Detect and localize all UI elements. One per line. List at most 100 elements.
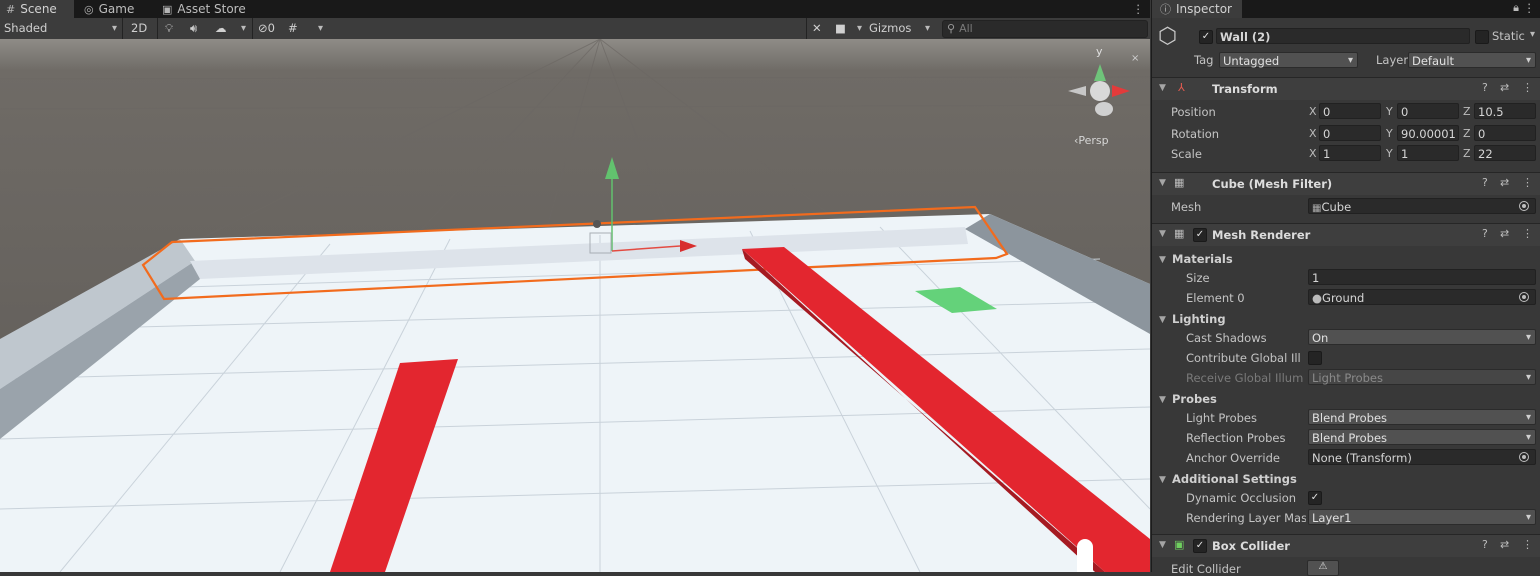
gizmos-label: Gizmos: [869, 21, 912, 35]
position-y: 0: [1401, 105, 1409, 119]
help-icon[interactable]: ?: [1482, 176, 1488, 189]
svg-text:×: ×: [1131, 53, 1139, 64]
object-name-field[interactable]: Wall (2): [1216, 28, 1470, 44]
mesh-renderer-header[interactable]: ▼ ▦ ✓ Mesh Renderer ? ⇄ ⋮: [1152, 223, 1540, 246]
component-menu-icon[interactable]: ⋮: [1522, 538, 1533, 551]
scene-viewport[interactable]: × y ‹Persp: [0, 39, 1150, 572]
materials-foldout[interactable]: Materials: [1172, 252, 1233, 266]
presets-icon[interactable]: ⇄: [1500, 81, 1509, 94]
component-menu-icon[interactable]: ⋮: [1522, 227, 1533, 240]
2d-toggle-button[interactable]: 2D: [131, 20, 151, 37]
scene-search-input[interactable]: ⚲ All: [942, 20, 1148, 38]
inspector-more-icon[interactable]: ⋮: [1524, 1, 1536, 15]
grid-snap-dropdown[interactable]: #: [288, 20, 326, 37]
rotation-x-field[interactable]: 0: [1319, 125, 1381, 141]
anchor-override-label: Anchor Override: [1186, 451, 1280, 465]
axis-y-label: Y: [1386, 147, 1393, 160]
edit-collider-button[interactable]: ⚠: [1307, 560, 1339, 576]
edit-collider-label: Edit Collider: [1171, 562, 1241, 576]
more-options-icon[interactable]: ⋮: [1133, 0, 1145, 18]
divider: [157, 18, 158, 39]
mesh-filter-header[interactable]: ▼ ▦ Cube (Mesh Filter) ? ⇄ ⋮: [1152, 172, 1540, 195]
fold-arrow-icon[interactable]: ▼: [1159, 315, 1166, 325]
scale-z-field[interactable]: 22: [1474, 145, 1536, 161]
object-picker-icon[interactable]: [1519, 452, 1529, 462]
fold-arrow-icon[interactable]: ▼: [1159, 540, 1166, 550]
axis-y-label: Y: [1386, 105, 1393, 118]
transform-header[interactable]: ▼ ⅄ Transform ? ⇄ ⋮: [1152, 77, 1540, 100]
effects-dropdown[interactable]: ☁: [215, 20, 249, 37]
lock-icon[interactable]: 🔒︎: [1513, 1, 1519, 15]
tab-asset-store[interactable]: ▣ Asset Store: [162, 0, 252, 18]
presets-icon[interactable]: ⇄: [1500, 227, 1509, 240]
draw-mode-dropdown[interactable]: Shaded: [4, 20, 120, 37]
lightbulb-icon[interactable]: 💡︎: [165, 20, 173, 37]
mesh-renderer-enabled-checkbox[interactable]: ✓: [1193, 228, 1207, 242]
additional-settings-foldout[interactable]: Additional Settings: [1172, 472, 1297, 486]
tools-icon[interactable]: ✕: [812, 20, 822, 37]
box-collider-enabled-checkbox[interactable]: ✓: [1193, 539, 1207, 553]
fold-arrow-icon[interactable]: ▼: [1159, 178, 1166, 188]
scene-tab-bar: # Scene ◎ Game ▣ Asset Store ⋮: [0, 0, 1150, 18]
reflection-probes-dropdown[interactable]: Blend Probes: [1308, 429, 1536, 446]
fold-arrow-icon[interactable]: ▼: [1159, 255, 1166, 265]
help-icon[interactable]: ?: [1482, 227, 1488, 240]
layer-dropdown[interactable]: Default: [1408, 52, 1536, 69]
scale-y: 1: [1401, 147, 1409, 161]
position-x-field[interactable]: 0: [1319, 103, 1381, 119]
tab-scene[interactable]: # Scene: [0, 0, 74, 18]
help-icon[interactable]: ?: [1482, 538, 1488, 551]
tab-game[interactable]: ◎ Game: [84, 0, 154, 18]
mesh-object-field[interactable]: ▦Cube: [1308, 198, 1536, 214]
tab-scene-label: Scene: [20, 2, 57, 16]
rotation-z: 0: [1478, 127, 1486, 141]
component-menu-icon[interactable]: ⋮: [1522, 176, 1533, 189]
component-menu-icon[interactable]: ⋮: [1522, 81, 1533, 94]
dynamic-occlusion-label: Dynamic Occlusion: [1186, 491, 1297, 505]
persp-label[interactable]: ‹Persp: [1074, 134, 1109, 147]
fold-arrow-icon[interactable]: ▼: [1159, 475, 1166, 485]
lighting-foldout[interactable]: Lighting: [1172, 312, 1226, 326]
presets-icon[interactable]: ⇄: [1500, 176, 1509, 189]
help-icon[interactable]: ?: [1482, 81, 1488, 94]
scale-y-field[interactable]: 1: [1397, 145, 1459, 161]
tab-inspector[interactable]: ⓘ Inspector: [1152, 0, 1242, 18]
scale-x-field[interactable]: 1: [1319, 145, 1381, 161]
object-picker-icon[interactable]: [1519, 201, 1529, 211]
camera-dropdown[interactable]: ■: [835, 20, 865, 37]
active-checkbox[interactable]: ✓: [1199, 30, 1213, 44]
shopping-bag-icon: ▣: [162, 3, 173, 16]
hidden-objects-toggle[interactable]: ⊘0: [258, 20, 275, 37]
fold-arrow-icon[interactable]: ▼: [1159, 229, 1166, 239]
axis-y-label: Y: [1386, 127, 1393, 140]
static-dropdown[interactable]: ▾: [1530, 29, 1535, 40]
speaker-icon[interactable]: 🔊︎: [190, 20, 197, 37]
rendering-layer-dropdown[interactable]: Layer1: [1308, 509, 1536, 526]
object-picker-icon[interactable]: [1519, 292, 1529, 302]
rotation-z-field[interactable]: 0: [1474, 125, 1536, 141]
box-collider-header[interactable]: ▼ ▣ ✓ Box Collider ? ⇄ ⋮: [1152, 534, 1540, 557]
fold-arrow-icon[interactable]: ▼: [1159, 83, 1166, 93]
presets-icon[interactable]: ⇄: [1500, 538, 1509, 551]
probes-foldout[interactable]: Probes: [1172, 392, 1217, 406]
anchor-override-field[interactable]: None (Transform): [1308, 449, 1536, 465]
tag-dropdown[interactable]: Untagged: [1219, 52, 1358, 69]
element0-object-field[interactable]: ●Ground: [1308, 289, 1536, 305]
transform-icon: ⅄: [1178, 81, 1185, 94]
contribute-gi-checkbox[interactable]: [1308, 351, 1322, 365]
light-probes-dropdown[interactable]: Blend Probes: [1308, 409, 1536, 426]
receive-gi-value: Light Probes: [1312, 371, 1383, 385]
inspector-tab-bar: ⓘ Inspector 🔒︎ ⋮: [1152, 0, 1540, 18]
cast-shadows-dropdown[interactable]: On: [1308, 329, 1536, 346]
fold-arrow-icon[interactable]: ▼: [1159, 395, 1166, 405]
position-y-field[interactable]: 0: [1397, 103, 1459, 119]
anchor-override-value: None (Transform): [1312, 451, 1412, 465]
position-z-field[interactable]: 10.5: [1474, 103, 1536, 119]
gizmos-dropdown[interactable]: Gizmos: [869, 20, 933, 37]
receive-gi-dropdown: Light Probes: [1308, 369, 1536, 386]
rotation-y-field[interactable]: 90.00001: [1397, 125, 1459, 141]
static-checkbox[interactable]: [1475, 30, 1489, 44]
materials-size-field[interactable]: 1: [1308, 269, 1536, 285]
scale-z: 22: [1478, 147, 1493, 161]
dynamic-occlusion-checkbox[interactable]: ✓: [1308, 491, 1322, 505]
